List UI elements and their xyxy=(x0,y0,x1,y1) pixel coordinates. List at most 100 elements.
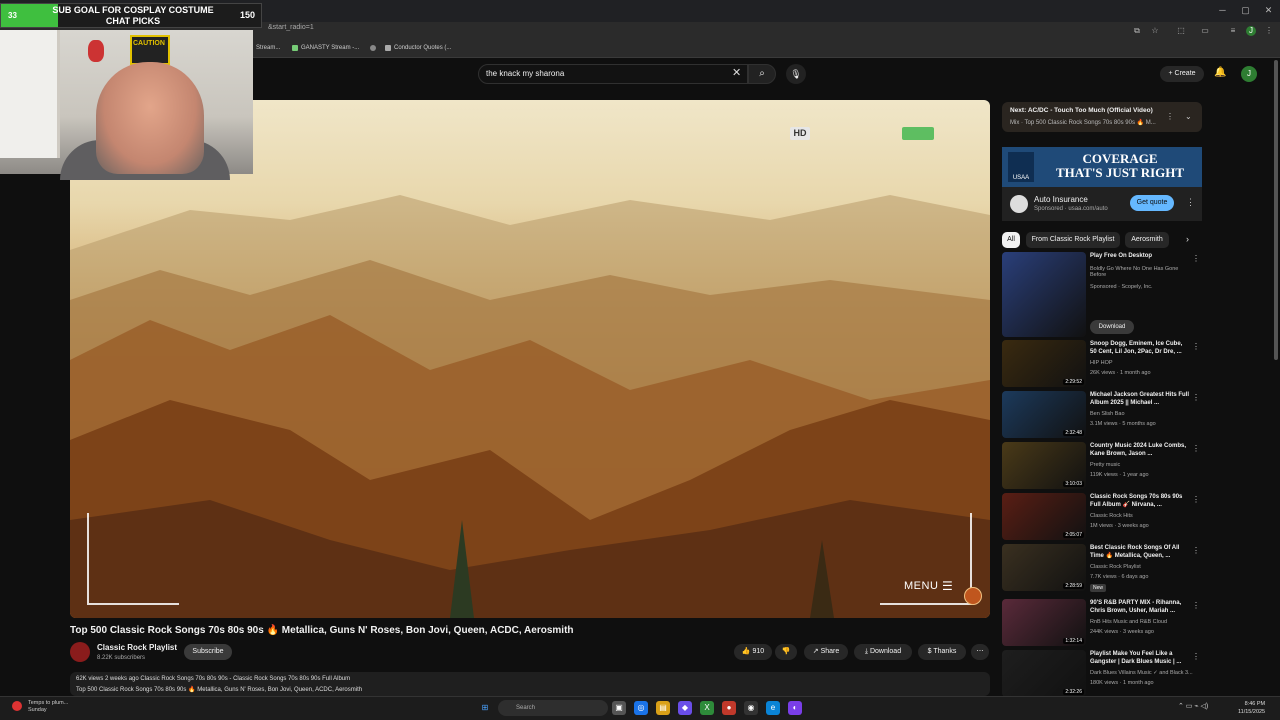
tab-menu-icon[interactable]: ≡ xyxy=(1228,26,1238,36)
chevron-right-icon[interactable]: › xyxy=(1186,234,1189,244)
browser-menu-icon[interactable]: ⋮ xyxy=(1264,26,1274,36)
excel-icon[interactable]: X xyxy=(700,701,714,715)
notifications-bell-icon[interactable]: 🔔 xyxy=(1214,67,1226,78)
sidebar-icon[interactable]: ▭ xyxy=(1200,26,1210,36)
discord-icon[interactable]: ◐ xyxy=(788,701,802,715)
maximize-icon[interactable]: ▢ xyxy=(1234,0,1257,22)
recommendation-channel: Pretty music xyxy=(1090,462,1121,468)
bookmark-item[interactable]: Stream... xyxy=(256,45,280,51)
ad-logo-text: USAA xyxy=(1012,175,1030,181)
close-icon[interactable]: ✕ xyxy=(1257,0,1280,22)
recommendation-meta: 180K views · 1 month ago xyxy=(1090,680,1154,686)
channel-name[interactable]: Classic Rock Playlist xyxy=(97,643,177,652)
like-button[interactable]: 👍 910 xyxy=(734,644,772,660)
recommendation-item[interactable]: 2:32:48 Michael Jackson Greatest Hits Ful… xyxy=(1002,391,1202,439)
up-next-more-icon[interactable]: ⋮ xyxy=(1166,112,1174,121)
dislike-button[interactable]: 👎 xyxy=(775,644,797,660)
clock-date: 11/15/2025 xyxy=(1238,709,1266,715)
weather-icon[interactable] xyxy=(12,701,22,711)
sub-goal-current: 33 xyxy=(8,11,17,20)
star-icon[interactable]: ☆ xyxy=(1150,26,1160,36)
recommendation-thumbnail[interactable]: 1:32:14 xyxy=(1002,599,1086,646)
recommendation-thumbnail[interactable]: 2:29:52 xyxy=(1002,340,1086,387)
taskbar-search[interactable]: Search xyxy=(498,700,608,716)
recommendation-thumbnail[interactable]: 3:10:03 xyxy=(1002,442,1086,489)
clock-time: 8:46 PM xyxy=(1244,701,1266,707)
recommendation-title: 90'S R&B PARTY MIX - Rihanna, Chris Brow… xyxy=(1090,600,1182,614)
video-frame-corner-left xyxy=(87,513,179,605)
task-view-icon[interactable]: ▣ xyxy=(612,701,626,715)
recommendation-item[interactable]: 2:28:59 Best Classic Rock Songs Of All Ti… xyxy=(1002,544,1202,592)
search-input[interactable]: the knack my sharona xyxy=(486,69,564,78)
recommendation-thumbnail[interactable]: 2:05:07 xyxy=(1002,493,1086,540)
recommendation-item[interactable]: 2:05:07 Classic Rock Songs 70s 80s 90s Fu… xyxy=(1002,493,1202,541)
account-avatar[interactable]: J xyxy=(1241,66,1257,82)
recommendation-thumbnail[interactable]: 2:32:48 xyxy=(1002,391,1086,438)
extensions-icon[interactable]: ⬚ xyxy=(1176,26,1186,36)
more-vertical-icon[interactable]: ⋮ xyxy=(1192,254,1200,263)
more-vertical-icon[interactable]: ⋮ xyxy=(1192,546,1200,555)
bookmark-item[interactable]: Conductor Quotes (... xyxy=(385,45,451,51)
channel-avatar[interactable] xyxy=(70,642,90,662)
system-tray-icons[interactable]: ⌃ ▭ ⌁ ◁) xyxy=(1178,702,1208,710)
more-vertical-icon[interactable]: ⋮ xyxy=(1192,601,1200,610)
recommendation-item[interactable]: 3:10:03 Country Music 2024 Luke Combs, Ka… xyxy=(1002,442,1202,490)
video-menu-label[interactable]: MENU xyxy=(904,580,938,592)
edge-icon[interactable]: e xyxy=(766,701,780,715)
recommendation-item[interactable]: 1:32:14 90'S R&B PARTY MIX - Rihanna, Chr… xyxy=(1002,599,1202,647)
ad-sponsor: Sponsored · usaa.com/auto xyxy=(1034,206,1108,212)
chevron-down-icon[interactable]: ⌄ xyxy=(1185,112,1192,121)
recommendation-item[interactable]: 2:29:52 Snoop Dogg, Eminem, Ice Cube, 50 … xyxy=(1002,340,1202,388)
thanks-button[interactable]: $ Thanks xyxy=(918,644,966,660)
obs-icon[interactable]: ◉ xyxy=(744,701,758,715)
more-vertical-icon[interactable]: ⋮ xyxy=(1192,393,1200,402)
more-vertical-icon[interactable]: ⋮ xyxy=(1192,342,1200,351)
windows-start-icon[interactable]: ⊞ xyxy=(478,701,492,715)
url-text: &start_radio=1 xyxy=(268,24,314,31)
more-vertical-icon[interactable]: ⋮ xyxy=(1192,495,1200,504)
create-button[interactable]: + Create xyxy=(1160,66,1204,82)
weather-widget[interactable]: Temps to plum... Sunday xyxy=(28,700,68,714)
chip-from-channel[interactable]: From Classic Rock Playlist xyxy=(1026,232,1120,248)
bookmark-favicon-icon xyxy=(292,45,298,51)
share-button[interactable]: ↗ Share xyxy=(804,644,848,660)
more-vertical-icon[interactable]: ⋮ xyxy=(1192,444,1200,453)
menu-list-icon[interactable]: ☰ xyxy=(942,579,953,593)
bookmark-item[interactable] xyxy=(370,45,376,51)
clear-search-icon[interactable]: ✕ xyxy=(732,66,741,79)
recommendation-title: Michael Jackson Greatest Hits Full Album… xyxy=(1090,392,1190,406)
recommendation-channel: Classic Rock Hits xyxy=(1090,513,1133,519)
ad-more-icon[interactable]: ⋮ xyxy=(1186,197,1195,208)
download-icon: ⤓ xyxy=(864,648,868,655)
page-scrollbar[interactable] xyxy=(1274,60,1278,360)
get-quote-button[interactable]: Get quote xyxy=(1130,195,1174,211)
bookmark-item[interactable]: GANASTY Stream -... xyxy=(292,45,359,51)
taskbar-clock[interactable]: 8:46 PM 11/15/2025 xyxy=(1238,700,1265,716)
recommendation-item[interactable]: Play Free On Desktop Boldly Go Where No O… xyxy=(1002,252,1202,337)
more-actions-button[interactable]: ⋯ xyxy=(971,644,989,660)
profile-icon[interactable]: J xyxy=(1246,26,1256,36)
recommendation-thumbnail[interactable] xyxy=(1002,252,1086,337)
more-vertical-icon[interactable]: ⋮ xyxy=(1192,652,1200,661)
download-button[interactable]: ⤓ Download xyxy=(854,644,912,660)
voice-search-button[interactable]: 🎙 xyxy=(786,64,806,84)
chip-aerosmith[interactable]: Aerosmith xyxy=(1125,232,1169,248)
app-icon-red[interactable]: ● xyxy=(722,701,736,715)
recommendation-thumbnail[interactable]: 2:32:26 xyxy=(1002,650,1086,697)
file-explorer-icon[interactable]: ▤ xyxy=(656,701,670,715)
channel-watermark-icon[interactable] xyxy=(964,587,982,605)
ad-download-button[interactable]: Download xyxy=(1090,320,1134,334)
thanks-label: Thanks xyxy=(933,648,957,655)
minimize-icon[interactable]: ─ xyxy=(1211,0,1234,22)
chrome-icon[interactable]: ◎ xyxy=(634,701,648,715)
app-icon[interactable]: ◆ xyxy=(678,701,692,715)
duration-badge: 3:10:03 xyxy=(1063,481,1084,487)
recommendation-item[interactable]: 2:32:26 Playlist Make You Feel Like a Gan… xyxy=(1002,650,1202,698)
search-button[interactable]: ⌕ xyxy=(748,64,776,84)
up-next-subtitle: Mix · Top 500 Classic Rock Songs 70s 80s… xyxy=(1010,120,1156,126)
recommendation-thumbnail[interactable]: 2:28:59 xyxy=(1002,544,1086,591)
chip-all[interactable]: All xyxy=(1002,232,1020,248)
recommendation-title: Playlist Make You Feel Like a Gangster |… xyxy=(1090,651,1182,665)
subscribe-button[interactable]: Subscribe xyxy=(184,644,232,660)
cast-icon[interactable]: ⧉ xyxy=(1132,26,1142,36)
